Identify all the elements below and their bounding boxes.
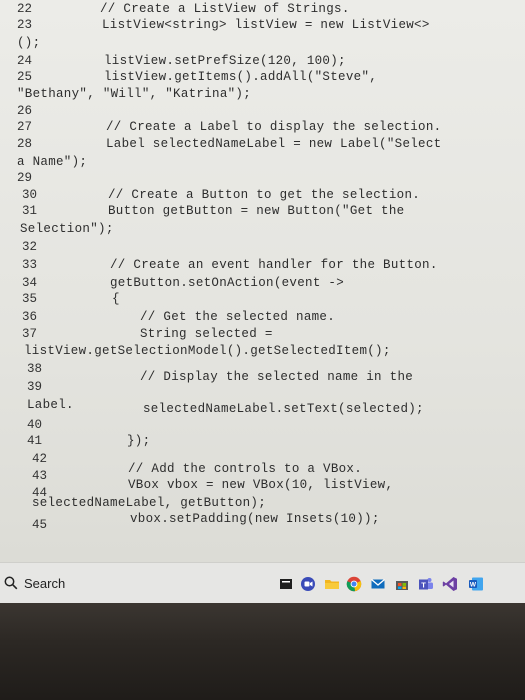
code-comment: // Display the selected name in the <box>140 370 414 384</box>
code-line: listView.getSelectionModel().getSelected… <box>24 344 391 358</box>
teams-icon[interactable]: T <box>418 576 434 592</box>
line-number: 43 <box>32 469 48 483</box>
search-label: Search <box>24 575 66 591</box>
code-comment: // Create a ListView of Strings. <box>100 2 350 16</box>
line-number: 41 <box>27 434 43 448</box>
code-line: a Name"); <box>17 155 88 169</box>
code-line: "Bethany", "Will", "Katrina"); <box>17 87 252 101</box>
code-line: }); <box>127 434 151 448</box>
code-comment: // Create a Label to display the selecti… <box>106 120 442 134</box>
code-line: selectedNameLabel.setText(selected); <box>143 402 424 416</box>
line-number: 35 <box>22 292 38 306</box>
code-line: (); <box>17 36 41 50</box>
code-editor-screen: 22 23 24 25 26 27 28 29 30 31 32 33 34 3… <box>0 0 525 562</box>
line-number: 22 <box>17 2 33 16</box>
code-line: getButton.setOnAction(event -> <box>110 276 345 290</box>
line-number: 32 <box>22 240 38 254</box>
line-number: 34 <box>22 276 38 290</box>
line-number: 28 <box>17 137 33 151</box>
laptop-bezel <box>0 603 525 700</box>
code-line: Button getButton = new Button("Get the <box>108 204 405 218</box>
taskbar: Search T W <box>0 562 525 603</box>
line-number: 39 <box>27 380 43 394</box>
line-number: 24 <box>17 54 33 68</box>
line-number: 23 <box>17 18 33 32</box>
svg-text:T: T <box>421 581 426 590</box>
line-number: 25 <box>17 70 33 84</box>
code-comment: // Create a Button to get the selection. <box>108 188 421 202</box>
code-line: ListView<string> listView = new ListView… <box>102 18 430 32</box>
mail-icon[interactable] <box>370 576 386 592</box>
code-line: { <box>112 292 120 306</box>
line-number: 38 <box>27 362 43 376</box>
line-number: 36 <box>22 310 38 324</box>
visual-studio-icon[interactable] <box>442 576 458 592</box>
code-line: selectedNameLabel, getButton); <box>32 496 267 510</box>
line-number: 30 <box>22 188 38 202</box>
line-number: 29 <box>17 171 33 185</box>
file-explorer-icon[interactable] <box>278 576 294 592</box>
store-icon[interactable] <box>394 576 410 592</box>
code-line: Selection"); <box>20 222 114 236</box>
code-comment: // Create an event handler for the Butto… <box>110 258 438 272</box>
line-number: 31 <box>22 204 38 218</box>
code-line: VBox vbox = new VBox(10, listView, <box>128 478 394 492</box>
chrome-icon[interactable] <box>346 576 362 592</box>
code-line: vbox.setPadding(new Insets(10)); <box>130 512 380 526</box>
line-number: 42 <box>32 452 48 466</box>
code-line: listView.getItems().addAll("Steve", <box>104 70 378 84</box>
code-line: Label selectedNameLabel = new Label("Sel… <box>106 137 442 151</box>
line-number: 27 <box>17 120 33 134</box>
word-icon[interactable]: W <box>468 576 484 592</box>
code-line: listView.setPrefSize(120, 100); <box>104 54 346 68</box>
line-number: 40 <box>27 418 43 432</box>
code-comment: // Get the selected name. <box>140 310 336 324</box>
taskbar-search[interactable]: Search <box>0 571 150 595</box>
folder-icon[interactable] <box>324 576 340 592</box>
search-icon <box>4 576 18 590</box>
line-number: 33 <box>22 258 38 272</box>
camera-chat-icon[interactable] <box>300 576 316 592</box>
code-line: String selected = <box>140 327 273 341</box>
svg-text:W: W <box>470 582 477 589</box>
line-number: 26 <box>17 104 33 118</box>
code-line: Label. <box>27 398 74 412</box>
line-number: 45 <box>32 518 48 532</box>
code-comment: // Add the controls to a VBox. <box>128 462 363 476</box>
line-number: 37 <box>22 327 38 341</box>
